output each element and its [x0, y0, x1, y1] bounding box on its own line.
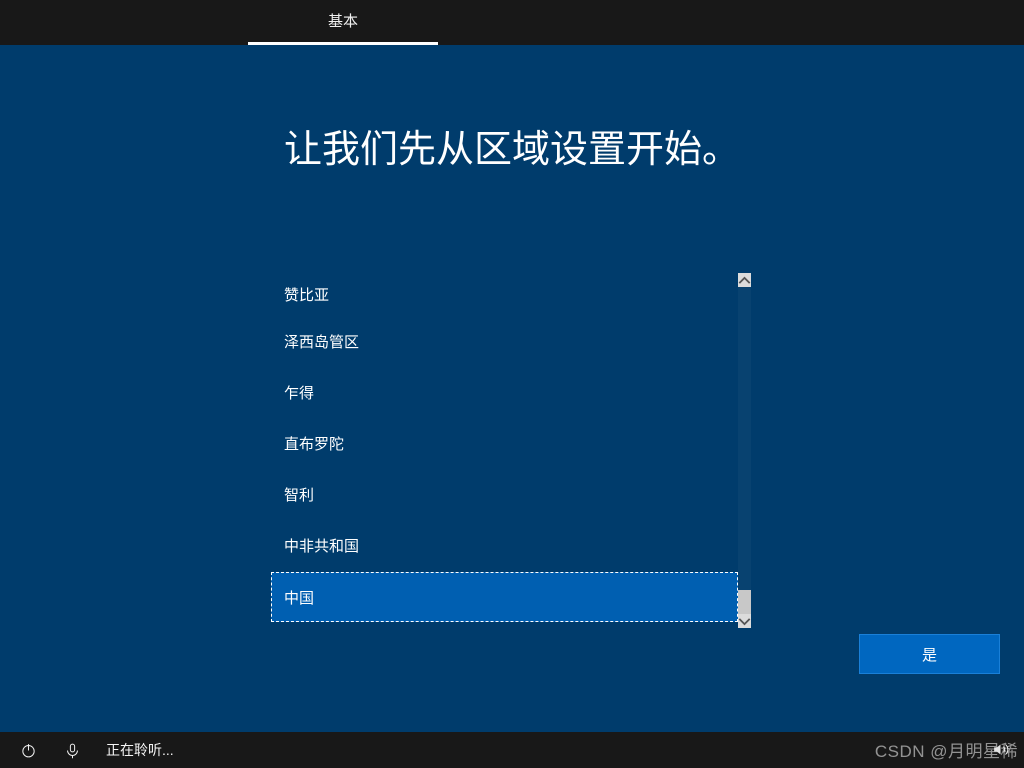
region-item[interactable]: 乍得	[271, 367, 738, 418]
listening-status: 正在聆听...	[106, 740, 174, 760]
status-bar: 正在聆听...	[0, 732, 1024, 768]
region-item[interactable]: 直布罗陀	[271, 418, 738, 469]
region-item-label: 中国	[284, 587, 314, 608]
region-item[interactable]: 中非共和国	[271, 520, 738, 571]
tab-basic-label: 基本	[328, 10, 358, 31]
region-item[interactable]: 泽西岛管区	[271, 316, 738, 367]
scrollbar[interactable]	[738, 273, 751, 628]
page-title: 让我们先从区域设置开始。	[0, 118, 1024, 173]
tab-basic[interactable]: 基本	[248, 0, 438, 45]
region-item[interactable]: 智利	[271, 469, 738, 520]
title-bar: 基本	[0, 0, 1024, 45]
scroll-thumb[interactable]	[738, 590, 751, 614]
region-item-label: 赞比亚	[284, 284, 329, 305]
region-list: 赞比亚泽西岛管区乍得直布罗陀智利中非共和国中国	[271, 273, 751, 628]
scroll-down-button[interactable]	[738, 614, 751, 628]
yes-button-label: 是	[922, 644, 937, 665]
watermark: CSDN @月明星稀	[875, 737, 1018, 762]
content-area: 让我们先从区域设置开始。 赞比亚泽西岛管区乍得直布罗陀智利中非共和国中国 是	[0, 45, 1024, 732]
region-item-label: 泽西岛管区	[284, 331, 359, 352]
region-item[interactable]: 赞比亚	[271, 273, 738, 316]
yes-button[interactable]: 是	[859, 634, 1000, 674]
region-item-label: 乍得	[284, 382, 314, 403]
scroll-up-button[interactable]	[738, 273, 751, 287]
region-item-label: 直布罗陀	[284, 433, 344, 454]
region-item-label: 智利	[284, 484, 314, 505]
power-icon[interactable]	[18, 740, 38, 760]
microphone-icon[interactable]	[62, 740, 82, 760]
region-item-label: 中非共和国	[284, 535, 359, 556]
region-item[interactable]: 中国	[271, 572, 738, 622]
